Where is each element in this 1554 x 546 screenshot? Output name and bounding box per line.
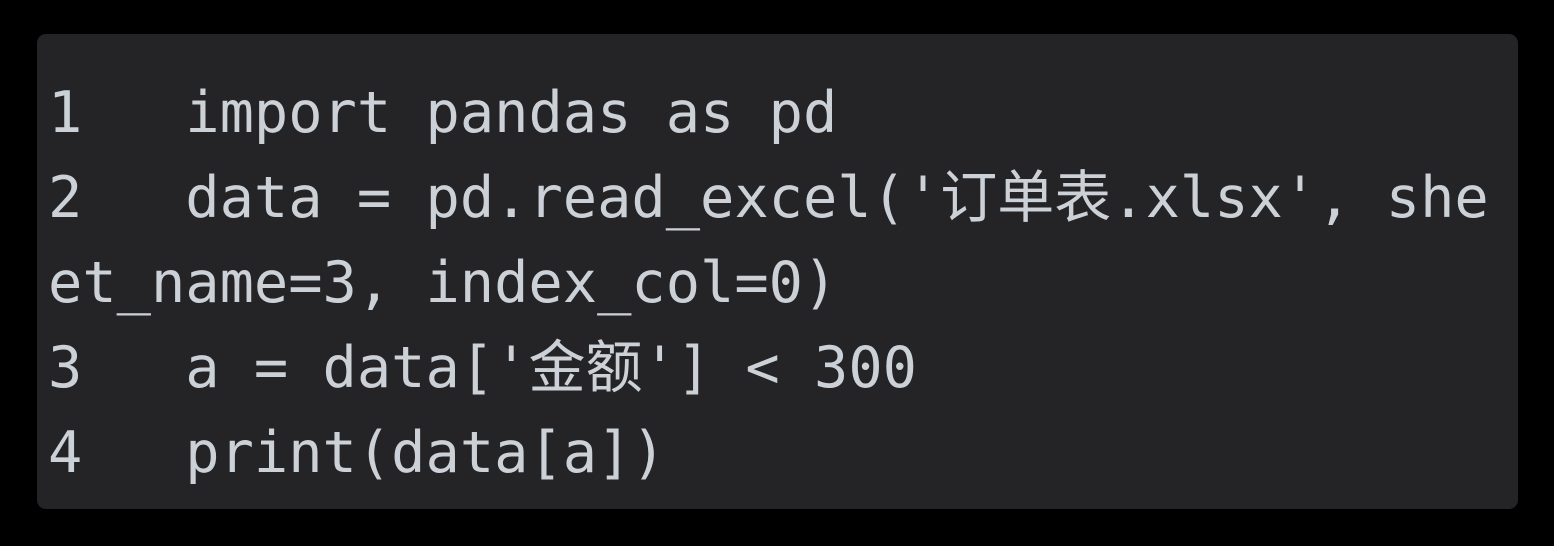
code-block[interactable]: 1 import pandas as pd 2 data = pd.read_ex… bbox=[37, 34, 1518, 509]
code-line[interactable]: 3 a = data['金额'] < 300 bbox=[37, 326, 1518, 411]
line-number: 2 bbox=[48, 165, 186, 231]
code-line-wrap-continuation[interactable]: et_name=3, index_col=0) bbox=[37, 241, 1518, 326]
code-text: import pandas as pd bbox=[185, 80, 838, 146]
screenshot-canvas: 1 import pandas as pd 2 data = pd.read_ex… bbox=[0, 0, 1554, 546]
code-text: et_name=3, index_col=0) bbox=[48, 250, 838, 316]
code-line[interactable]: 1 import pandas as pd bbox=[37, 71, 1518, 156]
code-text: print(data[a]) bbox=[185, 420, 666, 486]
line-number: 4 bbox=[48, 420, 186, 486]
code-line[interactable]: 4 print(data[a]) bbox=[37, 411, 1518, 496]
code-text: data = pd.read_excel('订单表.xlsx', she bbox=[185, 165, 1489, 231]
code-line[interactable]: 2 data = pd.read_excel('订单表.xlsx', she bbox=[37, 156, 1518, 241]
code-text: a = data['金额'] < 300 bbox=[185, 335, 917, 401]
line-number: 1 bbox=[48, 80, 186, 146]
code-line-list: 1 import pandas as pd 2 data = pd.read_ex… bbox=[37, 34, 1518, 496]
line-number: 3 bbox=[48, 335, 186, 401]
